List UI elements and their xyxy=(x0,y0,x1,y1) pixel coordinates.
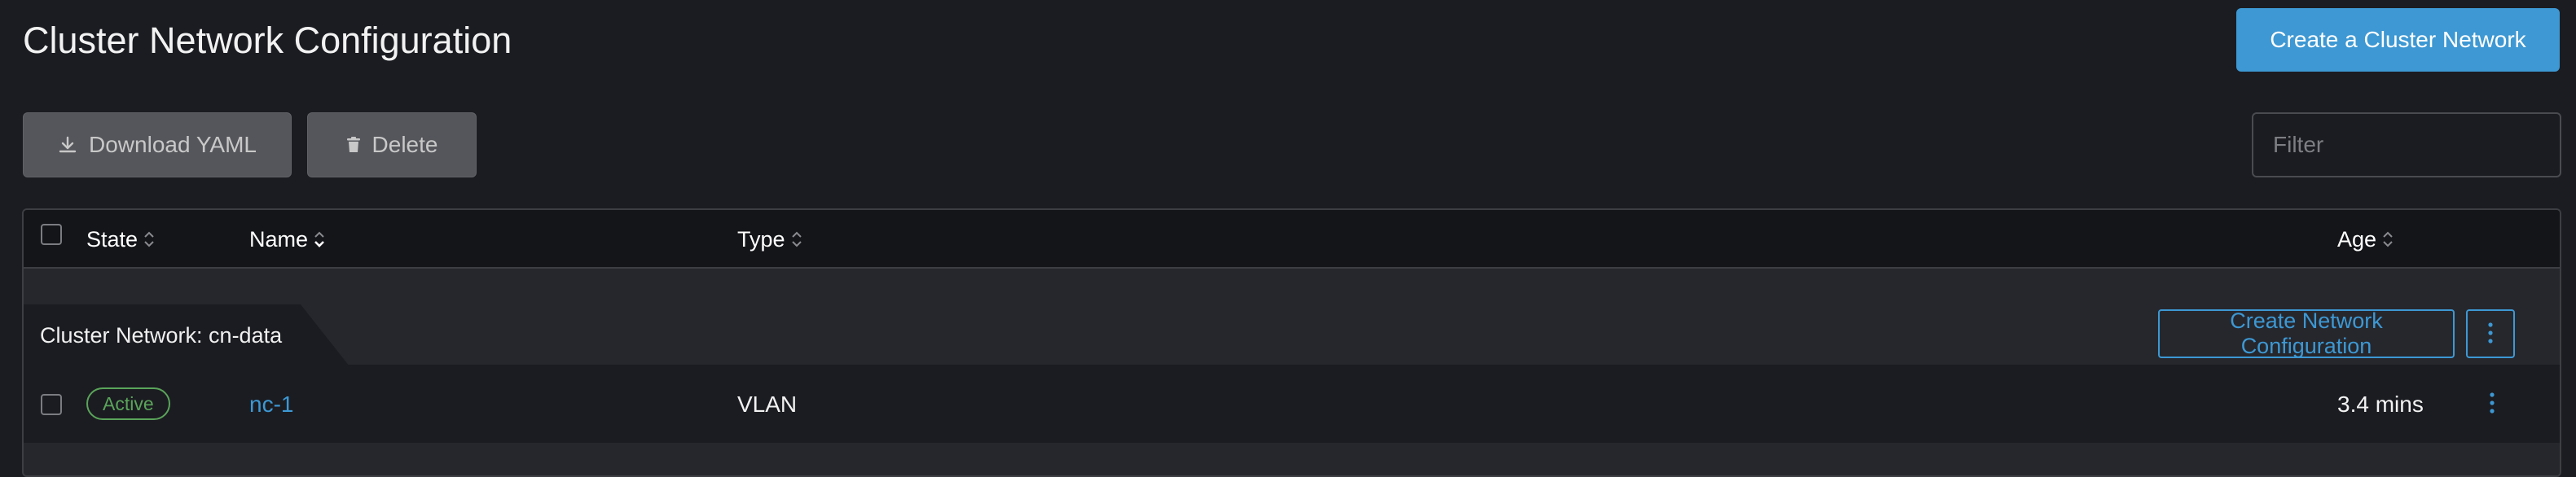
delete-label: Delete xyxy=(371,132,438,157)
row-type: VLAN xyxy=(737,392,798,417)
column-header-name[interactable]: Name xyxy=(249,210,326,269)
sort-icon xyxy=(790,229,803,250)
column-header-state[interactable]: State xyxy=(86,210,156,269)
filter-input[interactable] xyxy=(2252,112,2561,177)
column-label: State xyxy=(86,226,138,252)
row-checkbox[interactable] xyxy=(41,394,62,415)
sort-icon xyxy=(2381,229,2394,250)
column-label: Age xyxy=(2337,226,2377,252)
column-label: Name xyxy=(249,226,309,252)
status-badge: Active xyxy=(86,387,170,420)
delete-button[interactable]: Delete xyxy=(307,112,477,177)
download-yaml-label: Download YAML xyxy=(89,132,257,157)
column-label: Type xyxy=(737,226,785,252)
column-header-type[interactable]: Type xyxy=(737,210,803,269)
create-network-configuration-button[interactable]: Create Network Configuration xyxy=(2158,309,2455,358)
create-cluster-network-button[interactable]: Create a Cluster Network xyxy=(2236,8,2560,72)
table-footer-space xyxy=(24,443,2560,475)
trash-icon xyxy=(346,137,361,153)
table-row: Active nc-1 VLAN 3.4 mins xyxy=(24,366,2560,443)
kebab-icon xyxy=(2488,322,2493,346)
row-age: 3.4 mins xyxy=(2337,392,2424,417)
cluster-network-table: State Name Type Age Cluster Network: cn-… xyxy=(22,208,2561,477)
download-icon xyxy=(58,135,77,155)
sort-icon xyxy=(143,229,156,250)
group-header-label: Cluster Network: cn-data xyxy=(24,304,349,366)
kebab-icon xyxy=(2490,392,2495,418)
column-header-age[interactable]: Age xyxy=(2337,210,2394,269)
group-actions-kebab-button[interactable] xyxy=(2466,309,2515,358)
row-actions-kebab-button[interactable] xyxy=(2468,380,2517,429)
download-yaml-button[interactable]: Download YAML xyxy=(23,112,292,177)
sort-ascending-icon xyxy=(313,229,326,250)
page-title: Cluster Network Configuration xyxy=(23,20,512,61)
row-name-link[interactable]: nc-1 xyxy=(249,366,293,443)
table-header: State Name Type Age xyxy=(24,210,2560,269)
select-all-checkbox[interactable] xyxy=(41,224,62,245)
